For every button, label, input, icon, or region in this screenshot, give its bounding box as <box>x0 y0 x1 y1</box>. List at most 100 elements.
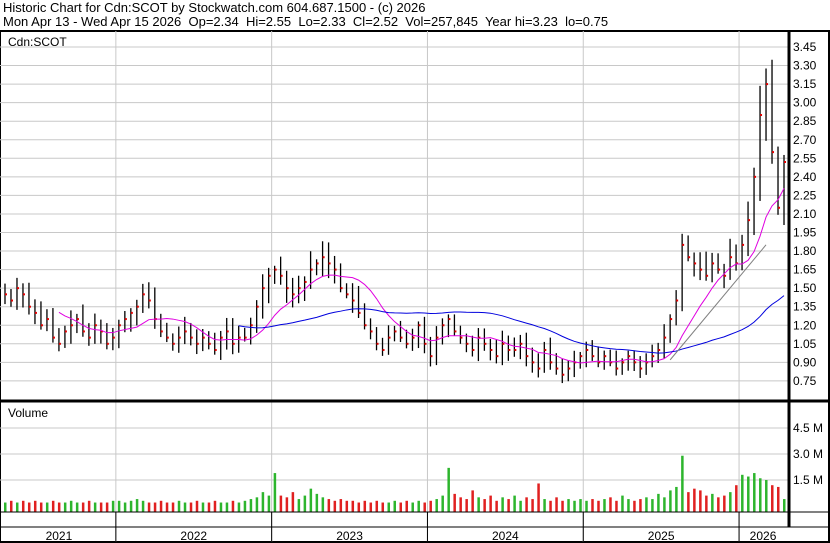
volume-bar <box>525 497 528 512</box>
volume-bar <box>747 476 750 512</box>
volume-bar <box>429 500 432 512</box>
volume-bar <box>339 499 343 512</box>
volume-bar <box>735 485 738 512</box>
close-tick <box>286 287 289 290</box>
close-tick <box>568 367 571 370</box>
close-tick <box>118 324 121 327</box>
volume-bar <box>231 500 235 512</box>
volume-bar <box>165 502 169 512</box>
close-tick <box>670 318 673 321</box>
volume-bar <box>117 500 121 512</box>
close-tick <box>448 318 451 321</box>
volume-bar <box>603 499 606 512</box>
volume-bar <box>9 500 13 512</box>
volume-bar <box>309 488 313 512</box>
close-tick <box>424 342 427 345</box>
volume-bar <box>285 497 289 512</box>
volume-bar <box>63 502 67 512</box>
close-tick <box>196 342 199 345</box>
close-tick <box>94 324 97 327</box>
close-tick <box>766 83 769 86</box>
volume-bar <box>255 497 259 512</box>
close-tick <box>352 299 355 302</box>
volume-bar <box>303 495 307 512</box>
close-tick <box>760 114 763 117</box>
volume-bar <box>675 486 678 512</box>
close-tick <box>694 262 697 265</box>
close-tick <box>322 256 325 259</box>
close-tick <box>148 299 151 302</box>
close-tick <box>22 293 25 296</box>
close-tick <box>238 336 241 339</box>
volume-bar <box>777 486 780 512</box>
close-tick <box>160 330 163 333</box>
year-label: 2025 <box>648 529 675 543</box>
close-tick <box>442 324 445 327</box>
volume-bar <box>237 502 241 512</box>
volume-bar <box>201 502 205 512</box>
close-tick <box>682 243 685 246</box>
volume-bar <box>267 495 271 512</box>
close-tick <box>46 318 49 321</box>
volume-bar <box>387 502 391 512</box>
volume-bar <box>93 502 97 512</box>
price-tick-label: 1.65 <box>793 263 817 277</box>
volume-bar <box>75 502 79 512</box>
volume-bar <box>87 500 91 512</box>
volume-tick-label: 3.0 M <box>793 447 823 461</box>
close-tick <box>28 305 31 308</box>
volume-bar <box>405 500 408 512</box>
volume-bar <box>495 500 498 512</box>
close-tick <box>454 330 457 333</box>
close-tick <box>364 324 367 327</box>
volume-bar <box>81 502 85 512</box>
close-tick <box>730 256 733 259</box>
volume-bar <box>363 500 367 512</box>
volume-bar <box>759 478 762 512</box>
volume-bar <box>705 495 708 512</box>
volume-bar <box>261 492 265 512</box>
volume-bar <box>123 502 127 512</box>
volume-bar <box>459 497 462 512</box>
price-tick-label: 3.15 <box>793 77 817 91</box>
volume-bar <box>45 502 49 512</box>
close-tick <box>382 348 385 351</box>
volume-bar <box>249 499 253 512</box>
close-tick <box>316 262 319 265</box>
volume-bar <box>27 502 31 512</box>
volume-bar <box>69 500 73 512</box>
volume-bar <box>453 493 456 512</box>
year-label: 2024 <box>492 529 519 543</box>
close-tick <box>466 342 469 345</box>
close-tick <box>232 342 235 345</box>
volume-bar <box>681 455 684 512</box>
volume-bar <box>147 502 151 512</box>
close-tick <box>724 274 727 277</box>
volume-bar <box>537 483 540 512</box>
close-tick <box>112 336 115 339</box>
close-tick <box>604 355 607 358</box>
volume-bar <box>519 500 522 512</box>
volume-bar <box>651 499 654 512</box>
volume-bar <box>771 485 774 512</box>
volume-bar <box>663 497 666 512</box>
volume-bar <box>273 473 277 512</box>
volume-bar <box>753 473 756 512</box>
close-tick <box>310 268 313 271</box>
close-tick <box>256 305 259 308</box>
volume-bar <box>483 499 486 512</box>
close-tick <box>82 330 85 333</box>
volume-bar <box>369 502 373 512</box>
price-tick-label: 1.35 <box>793 300 817 314</box>
close-tick <box>586 348 589 351</box>
close-tick <box>202 336 205 339</box>
volume-bar <box>585 500 588 512</box>
close-tick <box>58 342 61 345</box>
volume-bar <box>375 500 379 512</box>
volume-bar <box>411 502 414 512</box>
volume-bar <box>783 499 786 512</box>
volume-bar <box>693 488 696 512</box>
volume-bar <box>321 497 325 512</box>
volume-bar <box>57 502 61 512</box>
close-tick <box>130 311 133 314</box>
